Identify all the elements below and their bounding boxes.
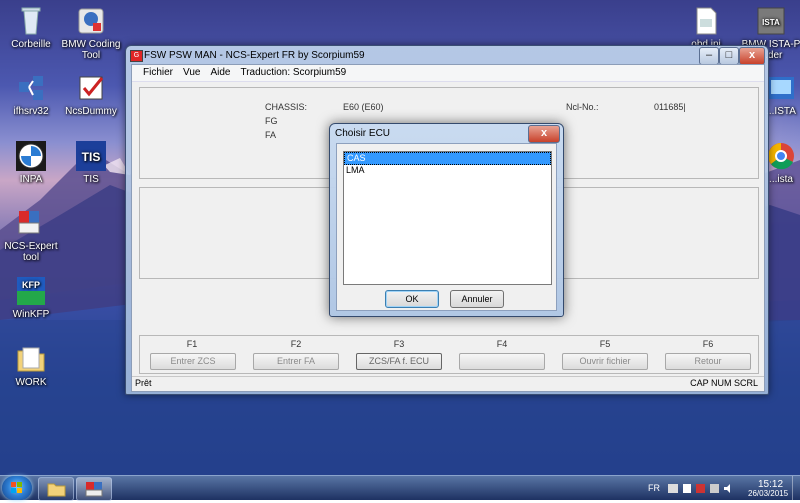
entrer-fa-button[interactable]: Entrer FA [253,353,339,370]
choisir-ecu-dialog[interactable]: Choisir ECU x CAS LMA OK Annuler [329,123,564,317]
entrer-zcs-button[interactable]: Entrer ZCS [150,353,236,370]
svg-text:TIS: TIS [82,150,101,164]
status-bar: Prêt CAP NUM SCRL [132,376,764,391]
flag-icon [683,484,691,493]
network-icon [15,72,47,104]
function-key-panel: F1 F2 F3 F4 F5 F6 Entrer ZCS Entrer FA Z… [139,335,759,374]
tis-icon: TIS [75,140,107,172]
taskbar: FR 15:12 26/03/2015 [0,475,800,501]
fkey-label-f3: F3 [393,339,405,349]
menu-fichier[interactable]: Fichier [138,65,178,81]
menu-traduction[interactable]: Traduction: Scorpium59 [235,65,351,81]
keyboard-icon [668,484,678,493]
recycle-bin-icon [15,5,47,37]
ouvrir-fichier-button[interactable]: Ouvrir fichier [562,353,648,370]
f4-button[interactable] [459,353,545,370]
zcs-fa-f-ecu-button[interactable]: ZCS/FA f. ECU [356,353,442,370]
maximize-button[interactable]: □ [719,47,739,65]
ecu-listbox[interactable]: CAS LMA [343,151,552,285]
bmw-logo-icon [15,140,47,172]
menu-aide[interactable]: Aide [205,65,235,81]
chassis-label: CHASSIS: [265,102,308,112]
dialog-client-area: CAS LMA OK Annuler [336,143,557,311]
chrome-icon [765,140,797,172]
ncl-value: 011685| [654,102,686,112]
show-desktop-button[interactable] [792,476,800,500]
folder-icon [15,343,47,375]
menu-bar: Fichier Vue Aide Traduction: Scorpium59 [132,65,764,82]
list-item-lma[interactable]: LMA [344,165,551,176]
ini-file-icon [690,5,722,37]
desktop-icon-ncsdummy[interactable]: NcsDummy [55,72,127,117]
menu-vue[interactable]: Vue [178,65,205,81]
close-button[interactable]: x [739,47,765,65]
svg-text:ISTA: ISTA [762,18,780,27]
fkey-label-f2: F2 [290,339,302,349]
network-tray-icon [710,484,719,493]
bmw-coding-tool-icon [75,5,107,37]
desktop-icon-obd-ini[interactable]: obd.ini [670,5,742,50]
volume-icon [724,484,730,493]
ista-p-icon: ISTA [755,5,787,37]
chassis-value: E60 (E60) [343,102,384,112]
security-icon [696,484,705,493]
desktop-icon-label: NCS-Expert tool [4,241,58,263]
fg-label: FG [265,116,278,126]
dialog-title: Choisir ECU [335,128,391,139]
ncs-expert-icon [15,207,47,239]
list-item-cas[interactable]: CAS [344,152,551,165]
desktop-icon-ncs-expert[interactable]: NCS-Expert tool [0,207,67,263]
minimize-button[interactable]: – [699,47,719,65]
desktop-icon-label: TIS [83,174,99,185]
ncl-label: Ncl-No.: [566,102,599,112]
retour-button[interactable]: Retour [665,353,751,370]
windows-logo-icon [11,482,22,493]
kfp-icon: KFP [15,275,47,307]
status-text: Prêt [135,378,152,388]
desktop-icon-label: BMW Coding Tool [61,39,121,61]
desktop-icon-label: WORK [15,377,47,388]
desktop-icon-tis[interactable]: TIS TIS [55,140,127,185]
app-icon: G [130,50,143,62]
desktop-icon-bmw-coding-tool[interactable]: BMW Coding Tool [55,5,127,61]
fkey-label-f1: F1 [186,339,198,349]
start-button[interactable] [2,476,32,500]
desktop-icon-label: NcsDummy [65,106,117,117]
window-title: FSW PSW MAN - NCS-Expert FR by Scorpium5… [144,50,365,61]
taskbar-ncs-expert[interactable] [76,477,112,501]
checkmark-app-icon [75,72,107,104]
language-indicator[interactable]: FR [648,483,660,493]
taskbar-explorer[interactable] [38,477,74,501]
fa-label: FA [265,130,277,140]
fkey-label-f5: F5 [599,339,611,349]
ok-button[interactable]: OK [385,290,439,308]
clock-date[interactable]: 26/03/2015 [748,489,788,498]
ncs-expert-icon [85,482,103,497]
annuler-button[interactable]: Annuler [450,290,504,308]
svg-text:KFP: KFP [22,280,40,290]
keyboard-indicators: CAP NUM SCRL [690,378,758,388]
fkey-label-f4: F4 [496,339,508,349]
desktop-icon-winkfp[interactable]: KFP WinKFP [0,275,67,320]
fkey-label-f6: F6 [702,339,714,349]
ista-icon [765,72,797,104]
dialog-close-button[interactable]: x [528,125,560,143]
tray-icons [668,484,730,493]
desktop-icon-work[interactable]: WORK [0,343,67,388]
folder-icon [47,483,66,497]
desktop-icon-label: WinKFP [12,309,50,320]
